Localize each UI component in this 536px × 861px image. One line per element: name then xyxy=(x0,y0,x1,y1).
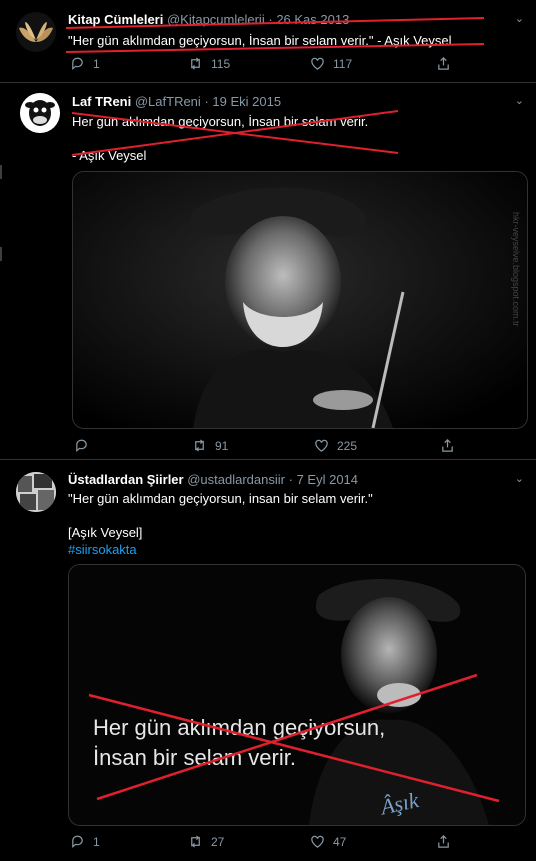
tweet-text: "Her gün aklımdan geçiyorsun, İnsan bir … xyxy=(68,33,452,48)
avatar[interactable] xyxy=(20,93,60,133)
reply-count: 1 xyxy=(93,834,100,849)
heart-icon xyxy=(311,835,324,848)
retweet-button[interactable]: 115 xyxy=(188,56,230,71)
scroll-marker xyxy=(0,165,2,179)
retweet-icon xyxy=(191,835,200,848)
share-icon xyxy=(438,57,449,70)
like-button[interactable]: 117 xyxy=(310,56,352,71)
reply-button[interactable]: 1 xyxy=(70,56,100,71)
dot-separator: · xyxy=(268,12,273,27)
book-logo-icon xyxy=(19,22,53,42)
retweet-count: 27 xyxy=(211,834,225,849)
tweet-date[interactable]: 7 Eyl 2014 xyxy=(297,472,358,487)
reply-icon xyxy=(72,835,83,848)
retweet-icon xyxy=(195,439,204,452)
tweet-actions: 1 27 47 xyxy=(70,834,450,852)
handle[interactable]: @ustadlardansiir xyxy=(187,472,285,487)
share-icon xyxy=(442,439,453,452)
tweet-date[interactable]: 26 Kas 2013 xyxy=(276,12,349,27)
share-button[interactable] xyxy=(436,834,451,849)
dot-separator: · xyxy=(288,472,293,487)
reply-icon xyxy=(72,57,83,70)
tweet-actions: 1 115 117 xyxy=(70,56,450,74)
photo-watermark: hkr-veyselve.blogspot.com.tr xyxy=(511,212,521,327)
tweet-photo[interactable]: Her gün aklımdan geçiyorsun, İnsan bir s… xyxy=(68,564,526,826)
poets-collage-icon xyxy=(16,472,56,512)
like-button[interactable]: 225 xyxy=(314,438,357,453)
retweet-count: 91 xyxy=(215,438,229,453)
retweet-button[interactable]: 27 xyxy=(188,834,224,849)
chevron-down-icon[interactable]: ⌄ xyxy=(515,12,524,25)
tweet-photo[interactable]: hkr-veyselve.blogspot.com.tr xyxy=(72,171,528,429)
tweet-text: "Her gün aklımdan geçiyorsun, insan bir … xyxy=(68,491,373,540)
share-icon xyxy=(438,835,449,848)
portrait-photo: hkr-veyselve.blogspot.com.tr xyxy=(73,172,527,428)
tweet-1[interactable]: Kitap Cümleleri @Kitapcumlelerii · 26 Ka… xyxy=(0,0,536,83)
reply-icon xyxy=(76,439,87,452)
tweet-text: Her gün aklımdan geçiyorsun, İnsan bir s… xyxy=(72,114,369,163)
image-caption-line1: Her gün aklımdan geçiyorsun, xyxy=(93,715,385,740)
reply-button[interactable] xyxy=(74,438,97,453)
reply-button[interactable]: 1 xyxy=(70,834,100,849)
hashtag-link[interactable]: #siirsokakta xyxy=(68,541,137,558)
tweet-actions: 91 225 xyxy=(74,438,454,456)
tweet-date[interactable]: 19 Eki 2015 xyxy=(212,94,281,109)
avatar[interactable] xyxy=(16,12,56,52)
like-button[interactable]: 47 xyxy=(310,834,346,849)
heart-icon xyxy=(315,439,328,452)
reply-count: 1 xyxy=(93,56,100,71)
share-button[interactable] xyxy=(440,438,455,453)
chevron-down-icon[interactable]: ⌄ xyxy=(515,94,524,107)
handle[interactable]: @LafTReni xyxy=(135,94,201,109)
dot-separator: · xyxy=(204,94,209,109)
handle[interactable]: @Kitapcumlelerii xyxy=(167,12,265,27)
tweet-header: Kitap Cümleleri @Kitapcumlelerii · 26 Ka… xyxy=(68,12,349,27)
tweet-2[interactable]: Laf TReni @LafTReni · 19 Eki 2015 ⌄ Her … xyxy=(0,83,536,460)
heart-icon xyxy=(311,57,324,70)
retweet-button[interactable]: 91 xyxy=(192,438,228,453)
like-count: 117 xyxy=(333,56,353,71)
tweet-3[interactable]: Üstadlardan Şiirler @ustadlardansiir · 7… xyxy=(0,460,536,861)
like-count: 225 xyxy=(337,438,358,453)
display-name[interactable]: Laf TReni xyxy=(72,94,131,109)
retweet-count: 115 xyxy=(211,56,231,71)
retweet-icon xyxy=(191,57,200,70)
display-name[interactable]: Kitap Cümleleri xyxy=(68,12,163,27)
display-name[interactable]: Üstadlardan Şiirler xyxy=(68,472,184,487)
image-caption-line2: İnsan bir selam verir. xyxy=(93,745,296,770)
tweet-header: Laf TReni @LafTReni · 19 Eki 2015 xyxy=(72,94,281,109)
scroll-marker xyxy=(0,247,2,261)
like-count: 47 xyxy=(333,834,347,849)
quote-image: Her gün aklımdan geçiyorsun, İnsan bir s… xyxy=(69,565,525,825)
chevron-down-icon[interactable]: ⌄ xyxy=(515,472,524,485)
avatar[interactable] xyxy=(16,472,56,512)
tweet-header: Üstadlardan Şiirler @ustadlardansiir · 7… xyxy=(68,472,358,487)
cow-logo-icon xyxy=(20,93,60,133)
share-button[interactable] xyxy=(436,56,451,71)
